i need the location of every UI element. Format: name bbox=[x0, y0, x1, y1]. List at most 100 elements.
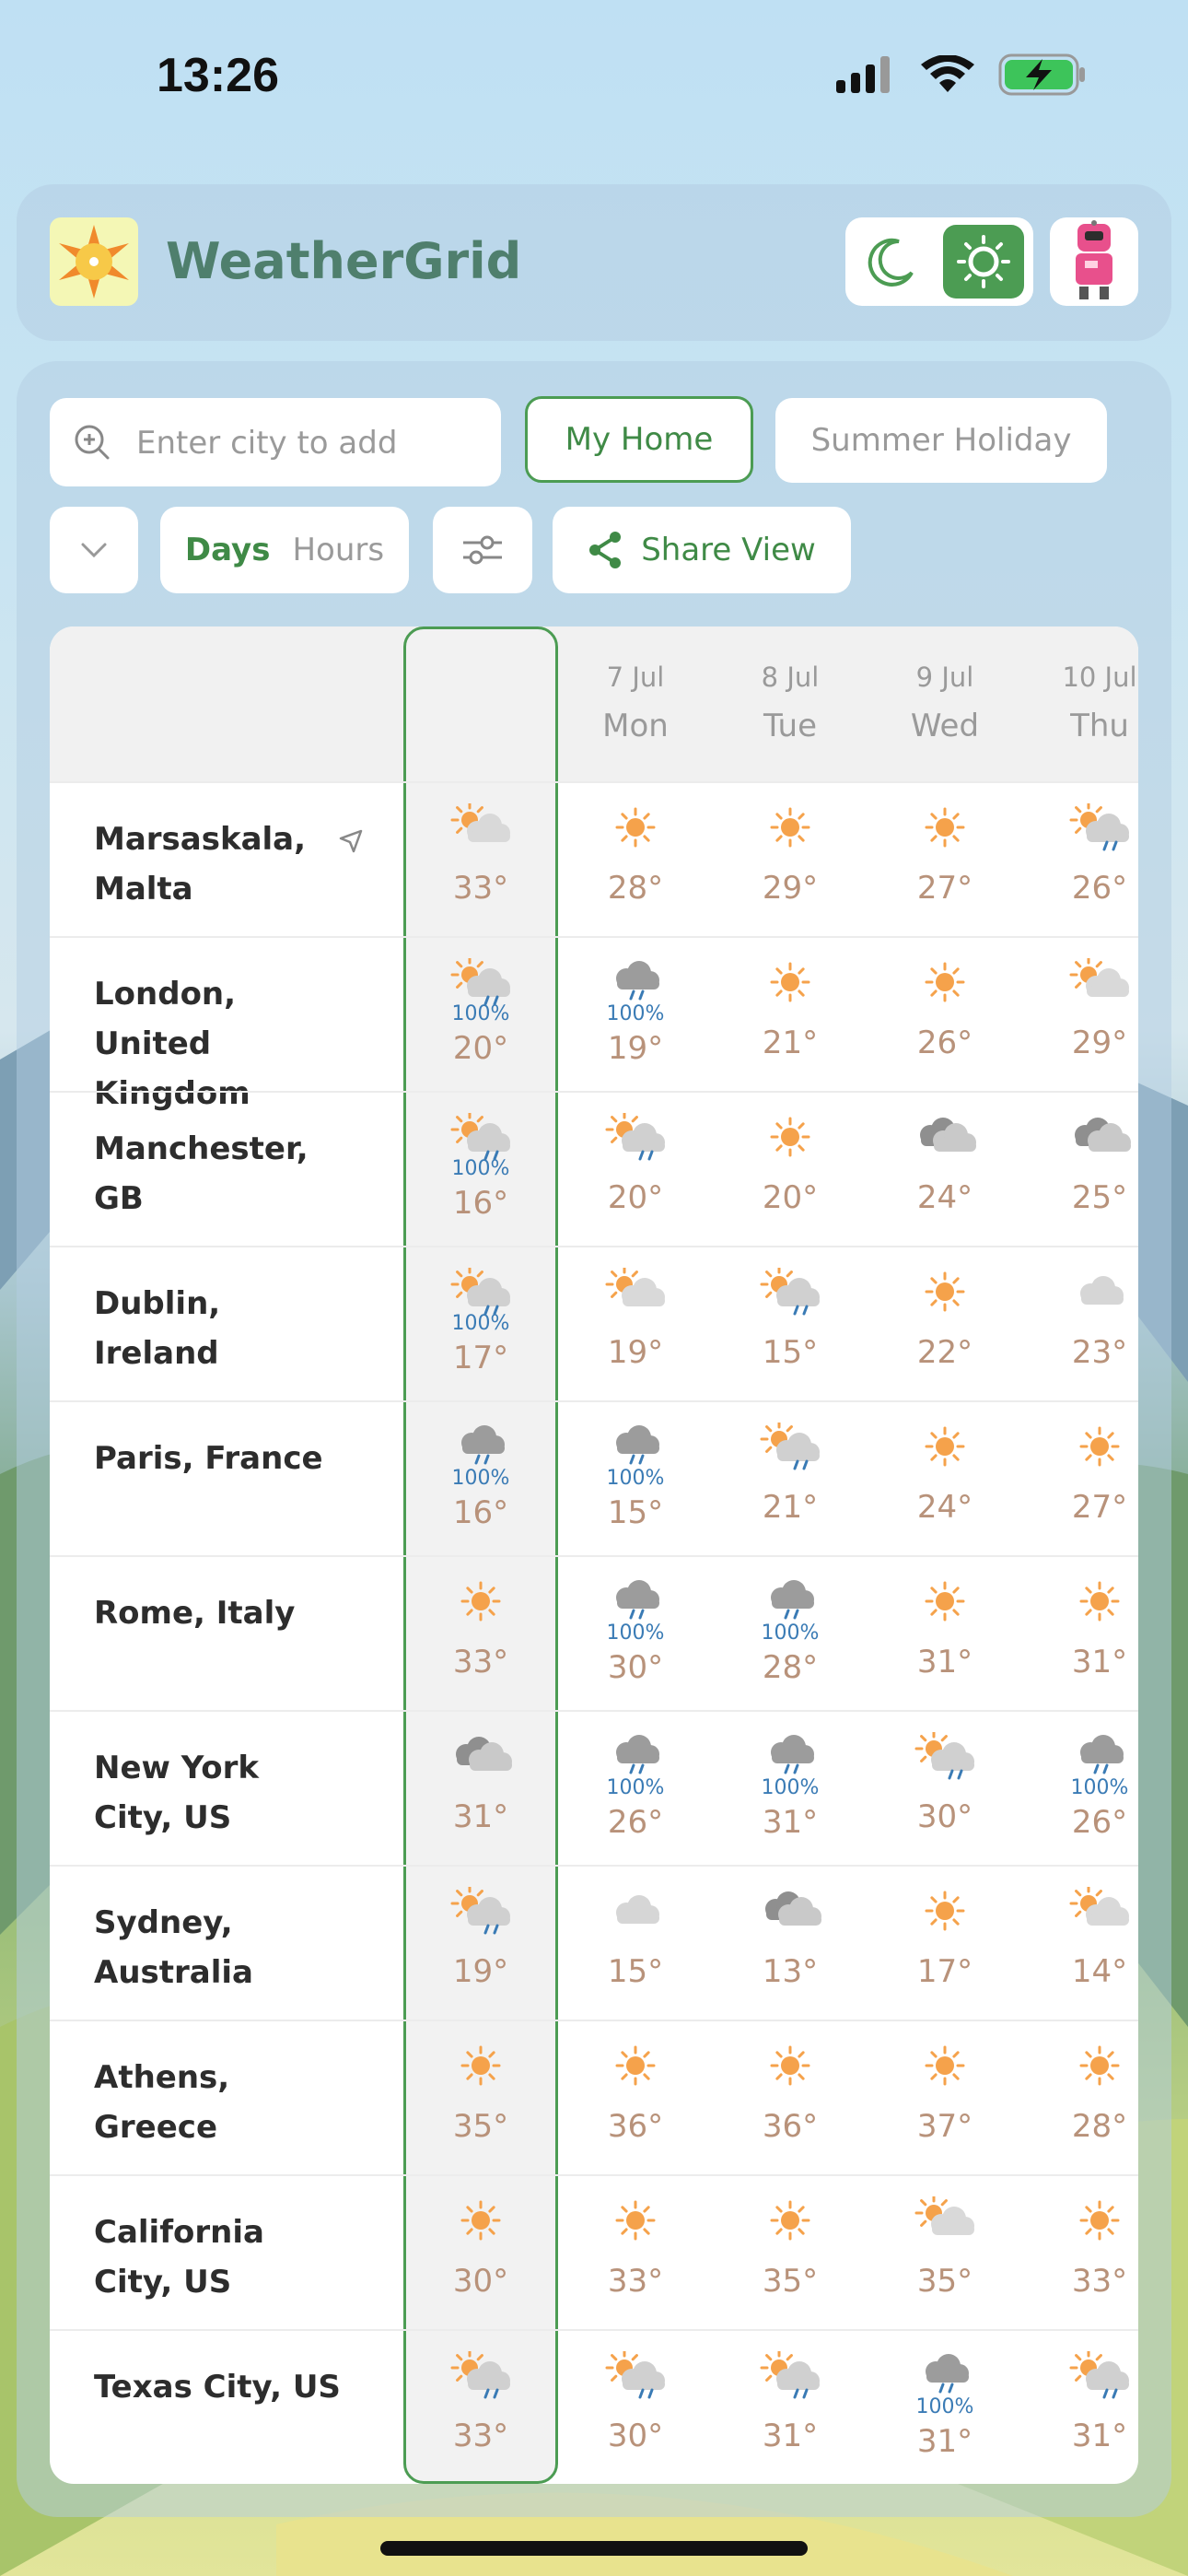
forecast-cell[interactable]: 25° bbox=[1022, 1093, 1138, 1247]
forecast-cell[interactable]: 100% 26° bbox=[1022, 1712, 1138, 1867]
forecast-cell[interactable]: 27° bbox=[868, 783, 1022, 938]
sun-icon bbox=[615, 2045, 656, 2086]
city-search-input[interactable] bbox=[134, 418, 488, 468]
forecast-cell[interactable]: 19° bbox=[403, 1867, 558, 2021]
day-header-weekday: Tue bbox=[763, 708, 818, 744]
forecast-cell[interactable]: 100% 31° bbox=[713, 1712, 868, 1867]
day-header-3[interactable]: 9 Jul Wed bbox=[868, 626, 1022, 781]
forecast-cell[interactable]: 35° bbox=[868, 2176, 1022, 2331]
forecast-cell[interactable]: 24° bbox=[868, 1093, 1022, 1247]
filter-settings-button[interactable] bbox=[433, 507, 532, 593]
theme-toggle[interactable] bbox=[845, 217, 1033, 306]
forecast-cell[interactable]: 31° bbox=[868, 1557, 1022, 1712]
forecast-cell[interactable]: 33° bbox=[403, 2331, 558, 2484]
forecast-cell[interactable]: 33° bbox=[403, 1557, 558, 1712]
temperature: 19° bbox=[607, 1334, 664, 1371]
table-row[interactable]: Manchester, GB 100% 16° 20° 20° 24° 25° bbox=[50, 1091, 1138, 1246]
table-row[interactable]: New York City, US 31° 100% 26° 100% 31° 30° 100… bbox=[50, 1710, 1138, 1865]
forecast-cell[interactable]: 100% 17° bbox=[403, 1247, 558, 1402]
rain-probability: 100% bbox=[451, 1312, 510, 1335]
table-row[interactable]: Rome, Italy 33° 100% 30° 100% 28° 31° 31° bbox=[50, 1555, 1138, 1710]
temperature: 26° bbox=[1071, 870, 1128, 907]
table-row[interactable]: Marsaskala, Malta 33° 28° 29° 27° 26° bbox=[50, 781, 1138, 936]
forecast-cell[interactable]: 29° bbox=[1022, 938, 1138, 1093]
forecast-cell[interactable]: 100% 26° bbox=[558, 1712, 713, 1867]
forecast-cell[interactable]: 100% 19° bbox=[558, 938, 713, 1093]
forecast-cell[interactable]: 28° bbox=[1022, 2021, 1138, 2176]
forecast-cell[interactable]: 100% 16° bbox=[403, 1402, 558, 1557]
share-icon bbox=[589, 532, 622, 568]
forecast-cell[interactable]: 15° bbox=[713, 1247, 868, 1402]
forecast-cell[interactable]: 27° bbox=[1022, 1402, 1138, 1557]
temperature: 15° bbox=[607, 1953, 664, 1990]
forecast-cell[interactable]: 22° bbox=[868, 1247, 1022, 1402]
robot-avatar-button[interactable] bbox=[1050, 217, 1138, 306]
forecast-cell[interactable]: 15° bbox=[558, 1867, 713, 2021]
forecast-cell[interactable]: 100% 30° bbox=[558, 1557, 713, 1712]
forecast-cell[interactable]: 19° bbox=[558, 1247, 713, 1402]
days-option[interactable]: Days bbox=[185, 532, 271, 568]
share-view-button[interactable]: Share View bbox=[553, 507, 851, 593]
table-row[interactable]: Dublin, Ireland 100% 17° 19° 15° 22° 23° bbox=[50, 1246, 1138, 1400]
forecast-cell[interactable]: 36° bbox=[558, 2021, 713, 2176]
forecast-cell[interactable]: 21° bbox=[713, 938, 868, 1093]
forecast-cell[interactable]: 26° bbox=[868, 938, 1022, 1093]
table-row[interactable]: Texas City, US 33° 30° 31° 100% 31° 31° bbox=[50, 2329, 1138, 2484]
temperature: 13° bbox=[762, 1953, 819, 1990]
hours-option[interactable]: Hours bbox=[292, 532, 384, 568]
forecast-cell[interactable]: 30° bbox=[558, 2331, 713, 2484]
forecast-cell[interactable]: 28° bbox=[558, 783, 713, 938]
forecast-cell[interactable]: 100% 15° bbox=[558, 1402, 713, 1557]
forecast-cell[interactable]: 23° bbox=[1022, 1247, 1138, 1402]
sun-icon bbox=[770, 1117, 810, 1157]
forecast-cell[interactable]: 100% 20° bbox=[403, 938, 558, 1093]
sun-icon bbox=[460, 1581, 501, 1622]
forecast-cell[interactable]: 26° bbox=[1022, 783, 1138, 938]
table-row[interactable]: London, United Kingdom 100% 20° 100% 19° 21° 2… bbox=[50, 936, 1138, 1112]
forecast-cell[interactable]: 31° bbox=[713, 2331, 868, 2484]
forecast-cell[interactable]: 29° bbox=[713, 783, 868, 938]
day-header-1[interactable]: 7 Jul Mon bbox=[558, 626, 713, 781]
table-row[interactable]: Athens, Greece 35° 36° 36° 37° 28° bbox=[50, 2020, 1138, 2174]
grid-header: 6 JulSun7 JulMon8 JulTue9 JulWed10 JulTh… bbox=[50, 626, 1138, 781]
forecast-cell[interactable]: 31° bbox=[1022, 2331, 1138, 2484]
forecast-cell[interactable]: 33° bbox=[558, 2176, 713, 2331]
forecast-cell[interactable]: 24° bbox=[868, 1402, 1022, 1557]
light-mode-option[interactable] bbox=[943, 225, 1024, 299]
forecast-cell[interactable]: 33° bbox=[1022, 2176, 1138, 2331]
day-header-date: 10 Jul bbox=[1062, 662, 1137, 693]
collapse-dropdown-button[interactable] bbox=[50, 507, 138, 593]
day-header-2[interactable]: 8 Jul Tue bbox=[713, 626, 868, 781]
dark-mode-option[interactable] bbox=[855, 225, 928, 299]
city-search-box[interactable] bbox=[50, 398, 501, 486]
forecast-cell[interactable]: 30° bbox=[403, 2176, 558, 2331]
sun-cloud-rain-icon bbox=[1069, 803, 1129, 851]
table-row[interactable]: Paris, France 100% 16° 100% 15° 21° 24° 27° bbox=[50, 1400, 1138, 1555]
forecast-cell[interactable]: 13° bbox=[713, 1867, 868, 2021]
temperature: 17° bbox=[916, 1953, 973, 1990]
forecast-cell[interactable]: 17° bbox=[868, 1867, 1022, 2021]
forecast-cell[interactable]: 14° bbox=[1022, 1867, 1138, 2021]
tab-summer-holiday[interactable]: Summer Holiday bbox=[775, 398, 1107, 483]
forecast-cell[interactable]: 20° bbox=[558, 1093, 713, 1247]
temperature: 36° bbox=[607, 2108, 664, 2145]
tab-my-home[interactable]: My Home bbox=[525, 396, 753, 483]
forecast-cell[interactable]: 36° bbox=[713, 2021, 868, 2176]
forecast-cell[interactable]: 31° bbox=[403, 1712, 558, 1867]
table-row[interactable]: California City, US 30° 33° 35° 35° 33° bbox=[50, 2174, 1138, 2329]
forecast-cell[interactable]: 100% 31° bbox=[868, 2331, 1022, 2484]
forecast-cell[interactable]: 20° bbox=[713, 1093, 868, 1247]
forecast-cell[interactable]: 100% 16° bbox=[403, 1093, 558, 1247]
forecast-cell[interactable]: 37° bbox=[868, 2021, 1022, 2176]
forecast-cell[interactable]: 31° bbox=[1022, 1557, 1138, 1712]
forecast-cell[interactable]: 30° bbox=[868, 1712, 1022, 1867]
days-hours-toggle[interactable]: Days Hours bbox=[160, 507, 409, 593]
forecast-cell[interactable]: 21° bbox=[713, 1402, 868, 1557]
day-header-4[interactable]: 10 Jul Thu bbox=[1022, 626, 1138, 781]
forecast-cell[interactable]: 100% 28° bbox=[713, 1557, 868, 1712]
forecast-cell[interactable]: 35° bbox=[403, 2021, 558, 2176]
sun-cloud-rain-icon bbox=[914, 1732, 974, 1780]
forecast-cell[interactable]: 35° bbox=[713, 2176, 868, 2331]
table-row[interactable]: Sydney, Australia 19° 15° 13° 17° 14° bbox=[50, 1865, 1138, 2020]
forecast-cell[interactable]: 33° bbox=[403, 783, 558, 938]
